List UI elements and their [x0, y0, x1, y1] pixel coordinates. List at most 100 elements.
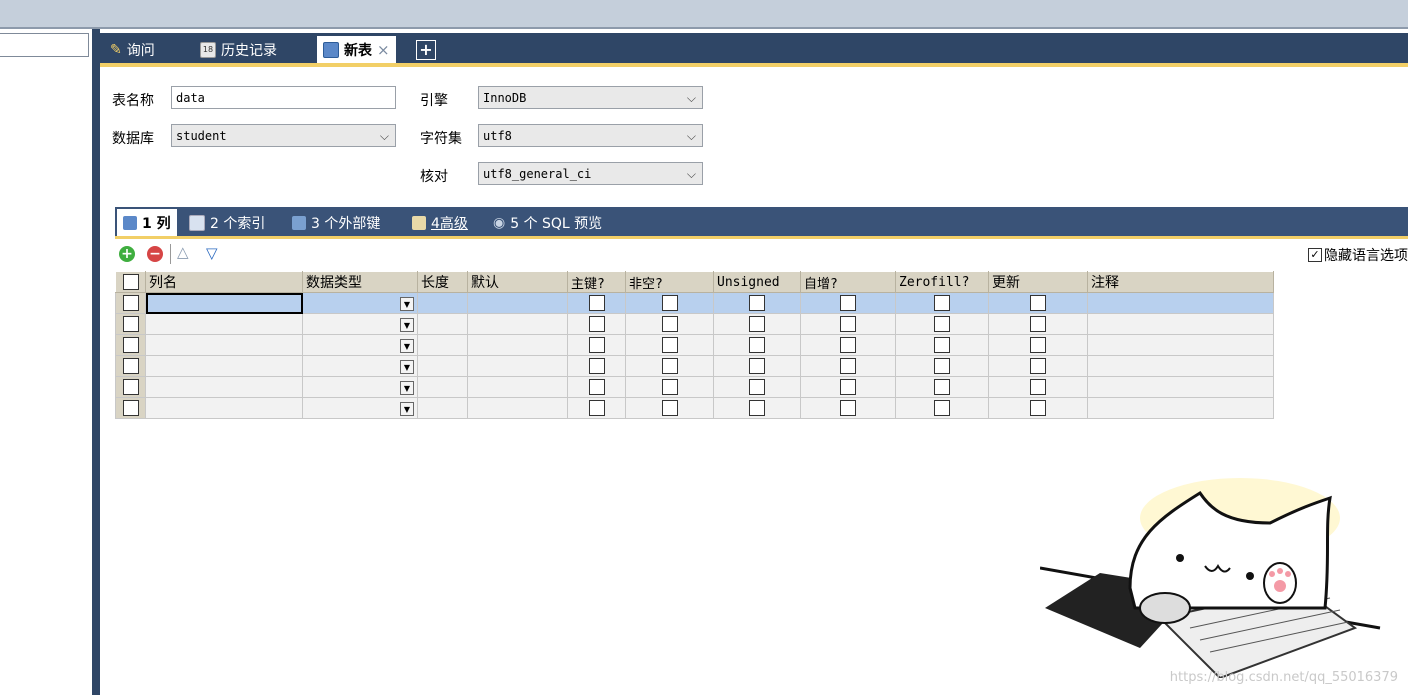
unsigned-checkbox[interactable]	[749, 295, 765, 311]
dropdown-arrow-icon[interactable]: ▼	[400, 360, 414, 374]
auto-increment-checkbox-cell[interactable]	[800, 334, 896, 356]
column-name-cell[interactable]	[145, 334, 303, 356]
dropdown-arrow-icon[interactable]: ▼	[400, 318, 414, 332]
table-row[interactable]: ▼	[115, 334, 1274, 356]
primary-key-checkbox-cell[interactable]	[567, 376, 626, 398]
not-null-checkbox-cell[interactable]	[625, 355, 714, 377]
update-checkbox-cell[interactable]	[988, 292, 1088, 314]
update-checkbox[interactable]	[1030, 337, 1046, 353]
update-checkbox[interactable]	[1030, 295, 1046, 311]
auto-increment-checkbox-cell[interactable]	[800, 397, 896, 419]
primary-key-checkbox[interactable]	[588, 379, 605, 395]
select-all-checkbox[interactable]	[122, 274, 139, 290]
unsigned-checkbox-cell[interactable]	[713, 355, 801, 377]
not-null-checkbox[interactable]	[661, 316, 678, 332]
comment-cell[interactable]	[1087, 397, 1274, 419]
tab-columns[interactable]: 1 列	[117, 209, 177, 236]
header-length[interactable]: 长度	[417, 271, 468, 293]
primary-key-checkbox-cell[interactable]	[567, 397, 626, 419]
row-select-checkbox[interactable]	[122, 316, 139, 332]
zerofill-checkbox-cell[interactable]	[895, 397, 989, 419]
dropdown-arrow-icon[interactable]: ▼	[400, 402, 414, 416]
length-cell[interactable]	[417, 334, 468, 356]
header-column-name[interactable]: 列名	[145, 271, 303, 293]
not-null-checkbox-cell[interactable]	[625, 397, 714, 419]
not-null-checkbox[interactable]	[661, 379, 678, 395]
row-select-cell[interactable]	[115, 376, 146, 398]
comment-cell[interactable]	[1087, 376, 1274, 398]
comment-cell[interactable]	[1087, 355, 1274, 377]
default-cell[interactable]	[467, 334, 568, 356]
row-select-cell[interactable]	[115, 292, 146, 314]
primary-key-checkbox[interactable]	[588, 337, 605, 353]
not-null-checkbox[interactable]	[661, 337, 678, 353]
unsigned-checkbox-cell[interactable]	[713, 334, 801, 356]
length-cell[interactable]	[417, 355, 468, 377]
tab-sql-preview[interactable]: ◉ 5 个 SQL 预览	[493, 209, 602, 236]
row-select-cell[interactable]	[115, 355, 146, 377]
row-select-cell[interactable]	[115, 334, 146, 356]
tab-history[interactable]: 18 历史记录	[200, 36, 277, 63]
primary-key-checkbox[interactable]	[588, 400, 605, 416]
column-name-cell[interactable]	[145, 313, 303, 335]
comment-cell[interactable]	[1087, 313, 1274, 335]
default-cell[interactable]	[467, 376, 568, 398]
object-search-input[interactable]	[0, 33, 89, 57]
engine-select[interactable]: InnoDB ⌵	[478, 86, 703, 109]
auto-increment-checkbox[interactable]	[840, 295, 856, 311]
data-type-cell[interactable]: ▼	[302, 313, 418, 335]
default-cell[interactable]	[467, 313, 568, 335]
row-select-checkbox[interactable]	[122, 400, 139, 416]
tab-indexes[interactable]: 2 个索引	[189, 209, 265, 236]
move-down-icon[interactable]: ▽	[206, 244, 218, 262]
zerofill-checkbox[interactable]	[934, 295, 950, 311]
row-select-checkbox[interactable]	[122, 379, 139, 395]
primary-key-checkbox-cell[interactable]	[567, 355, 626, 377]
data-type-cell[interactable]: ▼	[302, 292, 418, 314]
add-column-icon[interactable]: +	[119, 246, 135, 262]
add-tab-button[interactable]: +	[416, 40, 436, 60]
length-cell[interactable]	[417, 313, 468, 335]
not-null-checkbox-cell[interactable]	[625, 313, 714, 335]
zerofill-checkbox-cell[interactable]	[895, 376, 989, 398]
unsigned-checkbox[interactable]	[749, 400, 765, 416]
default-cell[interactable]	[467, 397, 568, 419]
dropdown-arrow-icon[interactable]: ▼	[400, 339, 414, 353]
data-type-cell[interactable]: ▼	[302, 355, 418, 377]
close-tab-icon[interactable]: ×	[377, 41, 390, 59]
dropdown-arrow-icon[interactable]: ▼	[400, 381, 414, 395]
update-checkbox-cell[interactable]	[988, 376, 1088, 398]
tab-new-table[interactable]: 新表 ×	[317, 36, 396, 63]
collation-select[interactable]: utf8_general_ci ⌵	[478, 162, 703, 185]
length-cell[interactable]	[417, 397, 468, 419]
data-type-cell[interactable]: ▼	[302, 397, 418, 419]
panel-splitter[interactable]	[92, 29, 100, 695]
not-null-checkbox[interactable]	[661, 358, 678, 374]
auto-increment-checkbox-cell[interactable]	[800, 355, 896, 377]
hide-language-option[interactable]: ✓ 隐藏语言选项	[1308, 245, 1408, 265]
zerofill-checkbox-cell[interactable]	[895, 334, 989, 356]
auto-increment-checkbox[interactable]	[840, 316, 856, 332]
primary-key-checkbox[interactable]	[588, 358, 605, 374]
auto-increment-checkbox-cell[interactable]	[800, 376, 896, 398]
row-select-cell[interactable]	[115, 313, 146, 335]
update-checkbox[interactable]	[1030, 400, 1046, 416]
column-name-cell[interactable]	[145, 397, 303, 419]
primary-key-checkbox-cell[interactable]	[567, 292, 626, 314]
tab-query[interactable]: ✎ 询问	[110, 36, 155, 63]
column-name-cell[interactable]	[145, 376, 303, 398]
update-checkbox[interactable]	[1030, 358, 1046, 374]
header-not-null[interactable]: 非空?	[625, 271, 714, 293]
update-checkbox-cell[interactable]	[988, 397, 1088, 419]
zerofill-checkbox[interactable]	[934, 358, 950, 374]
not-null-checkbox-cell[interactable]	[625, 376, 714, 398]
object-tree-panel[interactable]	[0, 29, 92, 695]
row-select-cell[interactable]	[115, 397, 146, 419]
comment-cell[interactable]	[1087, 292, 1274, 314]
table-row[interactable]: ▼	[115, 397, 1274, 419]
zerofill-checkbox-cell[interactable]	[895, 313, 989, 335]
auto-increment-checkbox[interactable]	[840, 400, 856, 416]
header-zerofill[interactable]: Zerofill?	[895, 271, 989, 293]
row-select-checkbox[interactable]	[122, 295, 139, 311]
primary-key-checkbox[interactable]	[588, 295, 605, 311]
